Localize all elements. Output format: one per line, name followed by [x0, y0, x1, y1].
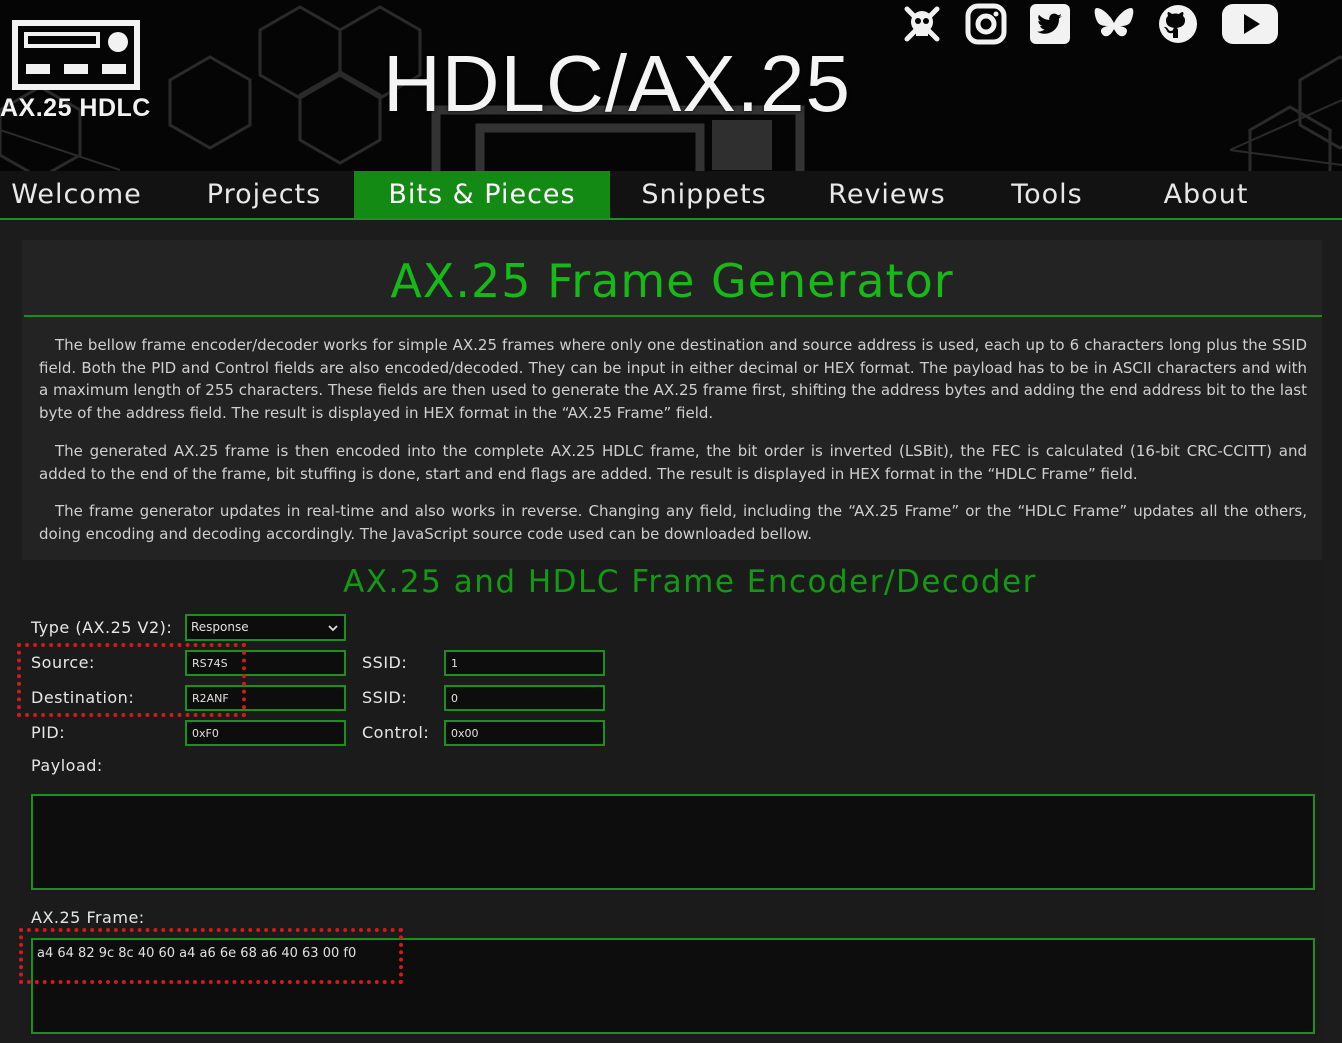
nav-item-projects[interactable]: Projects — [186, 171, 342, 218]
pid-input[interactable] — [185, 720, 346, 746]
nav-item-bits-and-pieces[interactable]: Bits & Pieces — [354, 171, 610, 218]
main-nav: Welcome Projects Bits & Pieces Snippets … — [0, 171, 1342, 220]
nav-item-reviews[interactable]: Reviews — [812, 171, 962, 218]
site-header: AX.25 HDLC HDLC/AX.25 — [0, 0, 1342, 171]
title-divider — [24, 315, 1322, 317]
logo-label: AX.25 HDLC — [0, 94, 151, 122]
payload-label: Payload: — [31, 756, 103, 775]
control-input[interactable] — [444, 720, 605, 746]
youtube-icon[interactable] — [1221, 2, 1279, 46]
nav-item-snippets[interactable]: Snippets — [628, 171, 780, 218]
type-select-value: Response — [191, 620, 249, 634]
intro-paragraph-2: The generated AX.25 frame is then encode… — [39, 442, 1307, 483]
article-title: AX.25 Frame Generator — [390, 254, 954, 308]
intro-paragraph-3: The frame generator updates in real-time… — [39, 502, 1307, 543]
destination-ssid-label: SSID: — [362, 688, 408, 707]
intro-paragraph-1: The bellow frame encoder/decoder works f… — [39, 336, 1307, 422]
type-label: Type (AX.25 V2): — [31, 618, 173, 637]
pid-label: PID: — [31, 723, 66, 742]
chevron-down-icon — [328, 625, 338, 632]
source-destination-highlight — [17, 643, 246, 717]
ax25-frame-highlight — [19, 928, 403, 984]
source-ssid-label: SSID: — [362, 653, 408, 672]
ax25-frame-label: AX.25 Frame: — [31, 908, 145, 927]
control-label: Control: — [362, 723, 430, 742]
destination-ssid-input[interactable] — [444, 685, 605, 711]
site-title: HDLC/AX.25 — [383, 39, 851, 128]
bluesky-icon[interactable] — [1092, 2, 1136, 46]
source-ssid-input[interactable] — [444, 650, 605, 676]
nav-item-about[interactable]: About — [1150, 171, 1262, 218]
hackaday-icon[interactable] — [900, 2, 944, 46]
instagram-icon[interactable] — [963, 2, 1009, 46]
type-select[interactable]: Response — [185, 614, 346, 641]
nav-item-welcome[interactable]: Welcome — [0, 171, 153, 218]
nav-item-tools[interactable]: Tools — [994, 171, 1100, 218]
site-logo-icon[interactable] — [12, 20, 140, 92]
twitter-icon[interactable] — [1028, 2, 1072, 46]
encoder-decoder-title: AX.25 and HDLC Frame Encoder/Decoder — [343, 564, 1037, 600]
github-icon[interactable] — [1156, 2, 1200, 46]
payload-textarea[interactable] — [31, 794, 1315, 890]
